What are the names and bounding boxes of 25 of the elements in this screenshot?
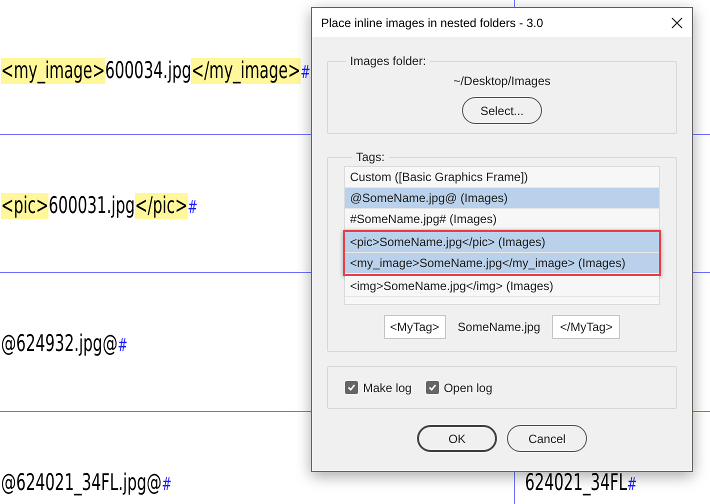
text-line: <pic>600031.jpg</pic># [1, 192, 198, 221]
close-icon[interactable] [671, 16, 683, 28]
dialog-button[interactable]: OK [417, 425, 497, 452]
open-tag-field[interactable]: <MyTag> [384, 315, 446, 339]
tag-list-item[interactable]: <my_image>SomeName.jpg</my_image> (Images) [345, 253, 659, 274]
text-line: @624021_34FL.jpg@# [1, 469, 172, 498]
window-title: Place inline images in nested folders - 3.0 [321, 14, 544, 32]
dialog-button[interactable]: Cancel [507, 425, 587, 452]
select-button[interactable]: Select... [462, 97, 542, 124]
text-line: <my_image>600034.jpg</my_image># [1, 57, 310, 86]
checkbox-label: Make log [363, 380, 412, 396]
text-line: 624021_34FL# [525, 469, 638, 498]
panel-label: Tags: [355, 149, 386, 166]
text-line: @624932.jpg@# [1, 330, 128, 359]
checkbox-label: Open log [444, 380, 492, 396]
panel-label: Images folder: [349, 53, 428, 70]
check-icon [428, 383, 437, 392]
tag-list-item[interactable]: <pic>SomeName.jpg</pic> (Images) [345, 232, 659, 253]
checkbox[interactable] [426, 381, 439, 394]
folder-path: ~/Desktop/Images [453, 73, 551, 90]
check-icon [347, 383, 356, 392]
checkbox[interactable] [345, 381, 358, 394]
tag-list-item[interactable]: @SomeName.jpg@ (Images) [345, 188, 659, 209]
close-tag-field[interactable]: </MyTag> [552, 315, 620, 339]
sample-filename: SomeName.jpg [458, 319, 540, 336]
